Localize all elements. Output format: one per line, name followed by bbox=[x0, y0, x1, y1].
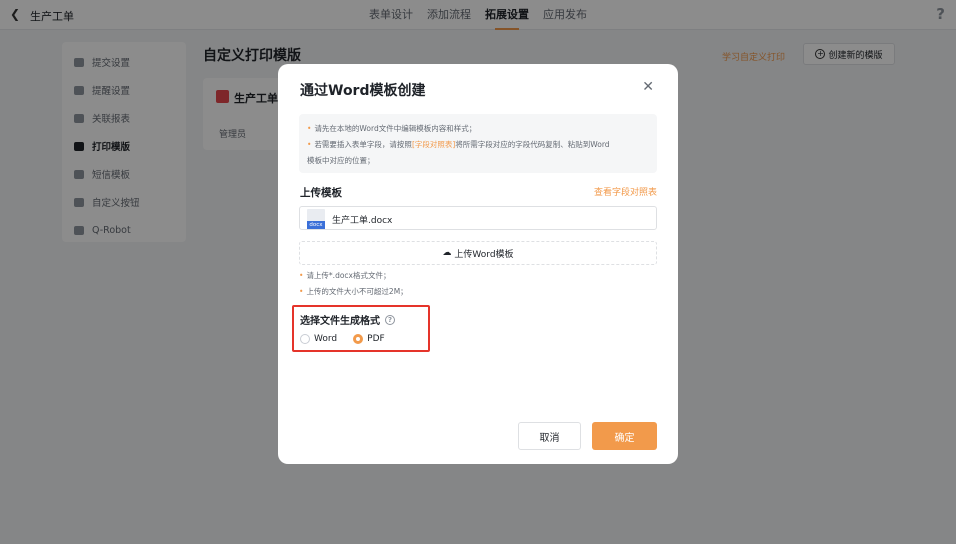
word-template-dialog: 通过Word模板创建 ✕ • 请先在本地的Word文件中编辑模板内容和样式； • 若… bbox=[278, 64, 678, 464]
radio-word[interactable]: Word bbox=[300, 334, 337, 344]
docx-file-icon: docx bbox=[307, 209, 325, 229]
view-field-table-link[interactable]: 查看字段对照表 bbox=[594, 185, 657, 198]
upload-word-template-button[interactable]: ☁ 上传Word模板 bbox=[299, 241, 657, 265]
tip-line-2-pre: 若需要插入表单字段，请按照 bbox=[314, 140, 412, 149]
file-name: 生产工单.docx bbox=[332, 216, 393, 226]
cloud-upload-icon: ☁ bbox=[442, 248, 452, 258]
tip-line-1: 请先在本地的Word文件中编辑模板内容和样式； bbox=[314, 124, 477, 133]
confirm-button[interactable]: 确定 bbox=[592, 422, 657, 450]
format-radio-group: Word PDF bbox=[300, 334, 385, 344]
radio-checked-icon bbox=[353, 334, 364, 344]
cancel-button[interactable]: 取消 bbox=[518, 422, 581, 450]
upload-tips: • 请上传*.docx格式文件； • 上传的文件大小不可超过2M； bbox=[299, 271, 408, 296]
radio-word-label: Word bbox=[314, 334, 338, 344]
radio-pdf-label: PDF bbox=[367, 334, 385, 344]
field-table-link[interactable]: [字段对照表] bbox=[412, 140, 455, 149]
radio-circle-icon bbox=[300, 334, 310, 344]
radio-pdf[interactable]: PDF bbox=[353, 334, 385, 344]
upload-tip-1: 请上传*.docx格式文件； bbox=[306, 271, 391, 280]
close-icon[interactable]: ✕ bbox=[642, 79, 654, 95]
format-title-label: 选择文件生成格式 bbox=[300, 316, 380, 327]
upload-section-title: 上传模板 bbox=[300, 187, 342, 199]
tip-line-3: 模板中对应的位置； bbox=[307, 156, 375, 165]
tip-line-2-post: 将所需字段对应的字段代码复制、粘贴到Word bbox=[455, 140, 610, 149]
dialog-title: 通过Word模板创建 bbox=[300, 83, 426, 99]
upload-button-label: 上传Word模板 bbox=[454, 249, 514, 260]
question-icon[interactable]: ? bbox=[385, 314, 395, 325]
format-section-title: 选择文件生成格式 ? bbox=[300, 312, 395, 327]
upload-tip-2: 上传的文件大小不可超过2M； bbox=[306, 287, 408, 296]
instructions-box: • 请先在本地的Word文件中编辑模板内容和样式； • 若需要插入表单字段，请按照[… bbox=[299, 114, 657, 173]
uploaded-file: docx 生产工单.docx bbox=[299, 206, 657, 230]
file-type-tag: docx bbox=[307, 221, 325, 229]
